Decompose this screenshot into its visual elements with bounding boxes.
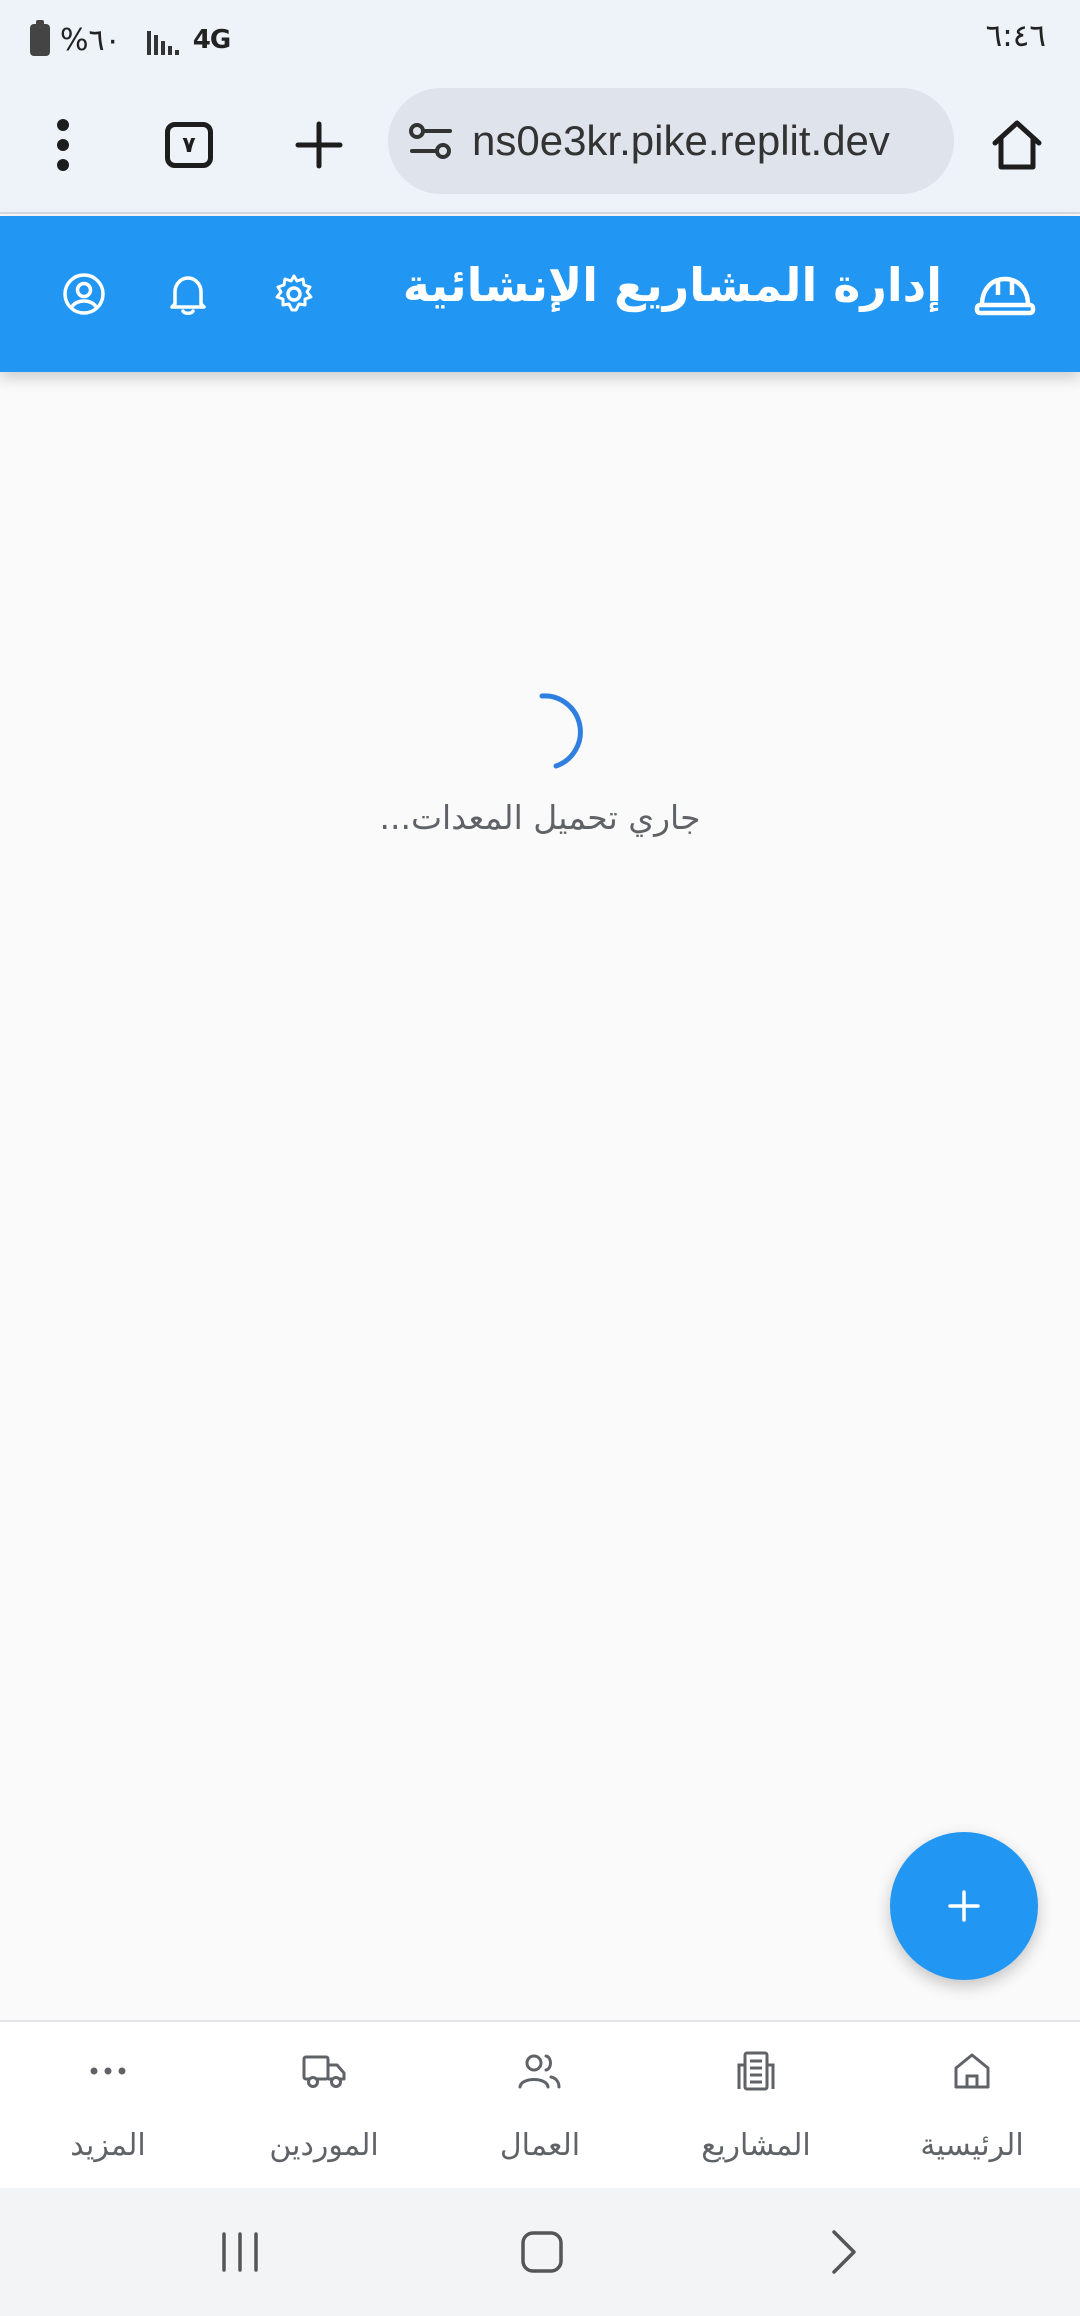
- nav-label-suppliers: الموردين: [269, 2128, 379, 2163]
- logo: [970, 260, 1040, 328]
- status-time: ٦:٤٦: [985, 18, 1046, 54]
- plus-icon: [948, 1890, 980, 1922]
- system-navigation: [0, 2188, 1080, 2316]
- loading-spinner: [539, 693, 583, 769]
- loading-message: جاري تحميل المعدات...: [379, 798, 701, 837]
- back-button[interactable]: [794, 2216, 894, 2288]
- status-bar: %٦٠ 4G ٦:٤٦: [0, 0, 1080, 78]
- home-square-icon: [521, 2231, 563, 2273]
- tab-switcher-button[interactable]: ٧: [144, 100, 234, 190]
- browser-toolbar: ٧ ns0e3kr.pike.replit.dev: [0, 78, 1080, 214]
- recent-apps-button[interactable]: [190, 2216, 290, 2288]
- home-button[interactable]: [972, 100, 1062, 190]
- nav-icon-wrap: [8, 2046, 208, 2096]
- recent-apps-icon: [222, 2232, 258, 2272]
- notifications-button[interactable]: [154, 260, 222, 328]
- app-title: إدارة المشاريع الإنشائية: [402, 258, 942, 312]
- profile-button[interactable]: [50, 260, 118, 328]
- nav-icon-wrap: [872, 2046, 1072, 2096]
- tab-count: ٧: [165, 122, 213, 168]
- home-outline-icon: [992, 120, 1042, 170]
- address-bar[interactable]: ns0e3kr.pike.replit.dev: [388, 88, 954, 194]
- nav-item-home[interactable]: الرئيسية: [872, 2022, 1072, 2190]
- nav-label-projects: المشاريع: [701, 2128, 811, 2163]
- building-icon: [737, 2051, 775, 2091]
- browser-menu-button[interactable]: [18, 100, 108, 190]
- signal-icon: [146, 25, 179, 55]
- chevron-right-icon: [832, 2230, 856, 2274]
- network-type: 4G: [192, 25, 231, 55]
- bottom-navigation: الرئيسية المشاريع العمال الموردين المزيد: [0, 2020, 1080, 2188]
- new-tab-button[interactable]: [274, 100, 364, 190]
- nav-icon-wrap: [224, 2046, 424, 2096]
- site-settings-icon: [409, 123, 452, 159]
- status-indicators: %٦٠ 4G: [30, 20, 231, 60]
- nav-item-projects[interactable]: المشاريع: [656, 2022, 856, 2190]
- hard-hat-icon: [974, 276, 1036, 316]
- app-header: إدارة المشاريع الإنشائية: [0, 216, 1080, 372]
- home-icon: [954, 2053, 990, 2089]
- plus-icon: [295, 121, 343, 169]
- battery-icon: [30, 20, 50, 56]
- nav-item-suppliers[interactable]: الموردين: [224, 2022, 424, 2190]
- nav-label-home: الرئيسية: [920, 2128, 1024, 2163]
- nav-label-more: المزيد: [70, 2128, 146, 2163]
- system-home-button[interactable]: [492, 2216, 592, 2288]
- bell-icon: [170, 276, 206, 315]
- add-button[interactable]: [890, 1832, 1038, 1980]
- truck-icon: [302, 2055, 346, 2088]
- user-circle-icon: [63, 273, 105, 315]
- url-text: ns0e3kr.pike.replit.dev: [472, 117, 890, 164]
- gear-icon: [275, 274, 313, 312]
- nav-icon-wrap: [440, 2046, 640, 2096]
- nav-item-more[interactable]: المزيد: [8, 2022, 208, 2190]
- settings-button[interactable]: [260, 260, 328, 328]
- nav-label-workers: العمال: [499, 2128, 581, 2163]
- more-vertical-icon: [57, 119, 69, 171]
- users-icon: [518, 2054, 561, 2089]
- nav-item-workers[interactable]: العمال: [440, 2022, 640, 2190]
- more-icon: [90, 2067, 126, 2075]
- nav-icon-wrap: [656, 2046, 856, 2096]
- battery-level: %٦٠: [60, 22, 121, 58]
